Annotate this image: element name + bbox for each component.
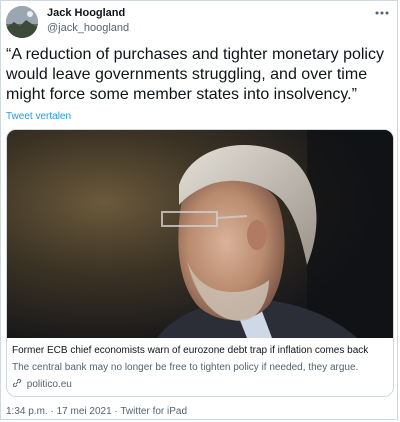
card-domain-text: politico.eu xyxy=(26,379,72,390)
tweet-text: “A reduction of purchases and tighter mo… xyxy=(6,46,384,103)
dots-icon xyxy=(375,11,389,15)
tweet-date[interactable]: 17 mei 2021 xyxy=(57,406,112,417)
more-options-icon[interactable] xyxy=(375,6,389,16)
author-name[interactable]: Jack Hoogland xyxy=(47,7,125,19)
tweet-container: Jack Hoogland @jack_hoogland “A reductio… xyxy=(0,0,398,420)
footer-separator: · xyxy=(47,406,57,417)
link-icon xyxy=(12,378,22,388)
tweet-footer: 1:34 p.m. · 17 mei 2021 · Twitter for iP… xyxy=(6,406,187,417)
card-text-block[interactable]: Former ECB chief economists warn of euro… xyxy=(12,344,390,391)
author-handle[interactable]: @jack_hoogland xyxy=(47,22,129,34)
portrait-photo xyxy=(7,130,393,338)
card-description: The central bank may no longer be free t… xyxy=(12,362,359,373)
card-image[interactable] xyxy=(7,130,393,338)
tweet-time[interactable]: 1:34 p.m. xyxy=(6,406,48,417)
card-title[interactable]: Former ECB chief economists warn of euro… xyxy=(12,344,390,357)
translate-link[interactable]: Tweet vertalen xyxy=(6,111,71,122)
tweet-source[interactable]: Twitter for iPad xyxy=(120,406,187,417)
avatar[interactable] xyxy=(6,6,38,38)
card-domain[interactable]: politico.eu xyxy=(12,378,390,391)
link-card[interactable]: Former ECB chief economists warn of euro… xyxy=(6,129,394,397)
avatar-image xyxy=(6,6,38,38)
